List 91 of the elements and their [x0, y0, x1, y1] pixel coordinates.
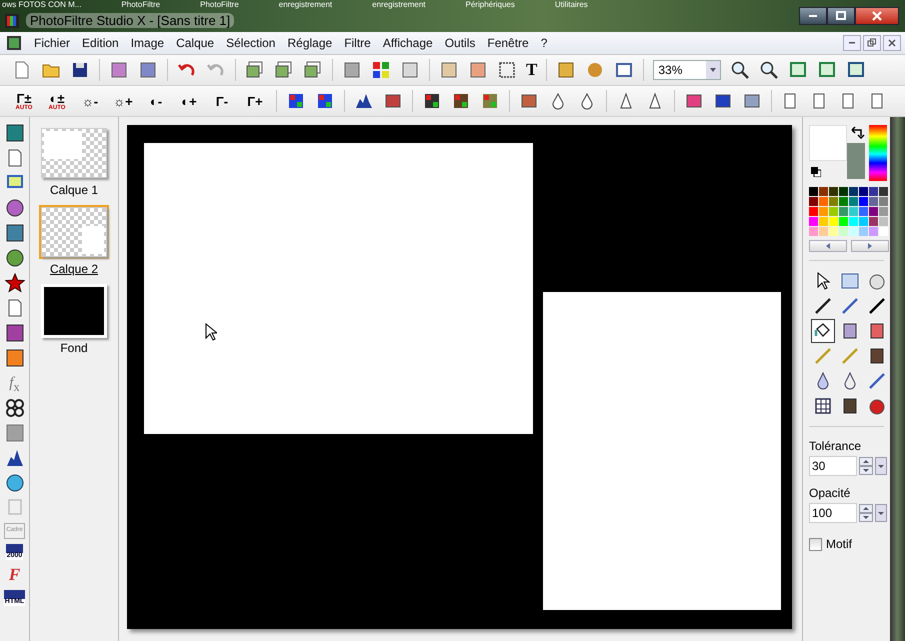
taskbar-item[interactable]: Périphériques [466, 0, 515, 9]
background-color-swatch[interactable] [847, 143, 865, 179]
close-icon [887, 38, 897, 48]
close-icon [871, 10, 883, 22]
adjust-button[interactable]: ◐+ [177, 94, 201, 108]
text-tool-button[interactable]: T [526, 60, 538, 80]
layer-thumbnail[interactable] [39, 284, 109, 338]
color-palette[interactable] [809, 187, 889, 236]
spin-buttons-icon[interactable] [859, 504, 873, 522]
minimize-icon [849, 42, 855, 44]
next-palette-button[interactable] [851, 240, 889, 252]
adjust-button[interactable]: ☼- [78, 94, 102, 108]
minimize-icon [809, 15, 817, 17]
adjust-button[interactable]: Γ- [210, 94, 234, 108]
maximize-button[interactable] [827, 7, 855, 25]
menu-item[interactable]: Sélection [220, 36, 282, 50]
window-title: PhotoFiltre Studio X - [Sans titre 1] [26, 13, 234, 28]
menu-item[interactable]: Réglage [281, 36, 338, 50]
layer-name[interactable]: Calque 2 [50, 262, 98, 276]
minimize-button[interactable] [843, 35, 861, 51]
adjust-button[interactable]: Γ+ [243, 94, 267, 108]
square-icon[interactable] [342, 60, 362, 80]
layer-thumbnail[interactable] [39, 205, 109, 259]
fit-frame-icon[interactable] [817, 60, 838, 80]
menu-item[interactable]: ? [534, 36, 554, 50]
restore-button[interactable] [863, 35, 881, 51]
taskbar-item[interactable]: enregistrement [278, 0, 332, 9]
taskbar-item[interactable]: Utilitaires [554, 0, 588, 9]
image-canvas[interactable] [127, 125, 792, 629]
caret-icon [709, 66, 718, 74]
opacity-label: Opacité [809, 486, 852, 500]
adjust-button[interactable]: ◐- [144, 94, 168, 108]
image-icon[interactable] [303, 60, 323, 80]
taskbar-item[interactable]: PhotoFiltre [200, 0, 239, 9]
layer-thumbnail[interactable] [39, 126, 109, 180]
default-colors-icon[interactable] [811, 167, 821, 177]
dropdown-icon[interactable] [875, 457, 887, 475]
menu-item[interactable]: Image [124, 36, 170, 50]
histogram-icon[interactable] [4, 448, 24, 468]
layer-name[interactable]: Fond [60, 341, 88, 355]
menu-item[interactable]: Outils [438, 36, 482, 50]
zoom-out-icon[interactable] [759, 60, 780, 80]
foreground-color-swatch[interactable] [809, 125, 847, 161]
menu-item[interactable]: Edition [76, 36, 125, 50]
selection-icon[interactable] [497, 60, 517, 80]
grid-icon[interactable] [451, 91, 471, 111]
zoom-dropdown[interactable]: 33% [653, 60, 722, 80]
four-circles-icon[interactable] [4, 398, 24, 418]
menu-item[interactable]: Affichage [376, 36, 439, 50]
formula-button[interactable]: f$_{x}$ [9, 373, 20, 393]
minimize-button[interactable] [799, 7, 827, 25]
document-icon[interactable] [6, 35, 22, 51]
image-icon[interactable] [245, 60, 265, 80]
close-button[interactable] [855, 7, 899, 25]
fit-frame-icon[interactable] [788, 60, 808, 80]
dropdown-icon[interactable] [875, 504, 887, 522]
font-button[interactable]: F [8, 565, 20, 585]
tolerance-field[interactable]: 30 [809, 456, 857, 476]
zoom-in-icon[interactable] [730, 60, 750, 80]
menu-item[interactable]: Fichier [28, 36, 76, 50]
pattern-label: Motif [826, 537, 852, 551]
close-button[interactable] [883, 35, 901, 51]
taskbar-item[interactable]: ows FOTOS CON M... [2, 0, 82, 9]
opacity-field[interactable]: 100 [809, 503, 857, 523]
color-spectrum[interactable] [869, 125, 887, 181]
maximize-icon [835, 10, 847, 22]
window-icon[interactable] [614, 60, 634, 80]
cursor-icon [205, 323, 217, 341]
menu-item[interactable]: Calque [170, 36, 220, 50]
layer-name[interactable]: Calque 1 [50, 183, 98, 197]
sphere-icon[interactable] [4, 473, 24, 493]
paint-bucket-icon[interactable] [811, 319, 835, 343]
color-grid-icon[interactable] [371, 60, 391, 80]
tolerance-label: Tolérance [809, 439, 862, 453]
screen-icon[interactable] [846, 60, 866, 80]
left-arrow-icon [825, 243, 831, 249]
adjust-button[interactable]: ☼+ [111, 94, 135, 108]
right-arrow-icon [867, 243, 873, 249]
app-icon [4, 12, 20, 28]
star-icon[interactable] [4, 273, 24, 293]
menu-item[interactable]: Filtre [338, 36, 377, 50]
swap-colors-icon[interactable] [851, 125, 865, 139]
spin-buttons-icon[interactable] [859, 457, 873, 475]
menu-item[interactable]: Fenêtre [481, 36, 535, 50]
grid-icon[interactable] [422, 91, 442, 111]
taskbar-item[interactable]: enregistrement [372, 0, 426, 9]
pattern-checkbox[interactable] [809, 538, 822, 550]
image-icon[interactable] [274, 60, 294, 80]
taskbar-item[interactable]: PhotoFiltre [121, 0, 160, 9]
previous-palette-button[interactable] [809, 240, 847, 252]
restore-icon [867, 38, 877, 48]
